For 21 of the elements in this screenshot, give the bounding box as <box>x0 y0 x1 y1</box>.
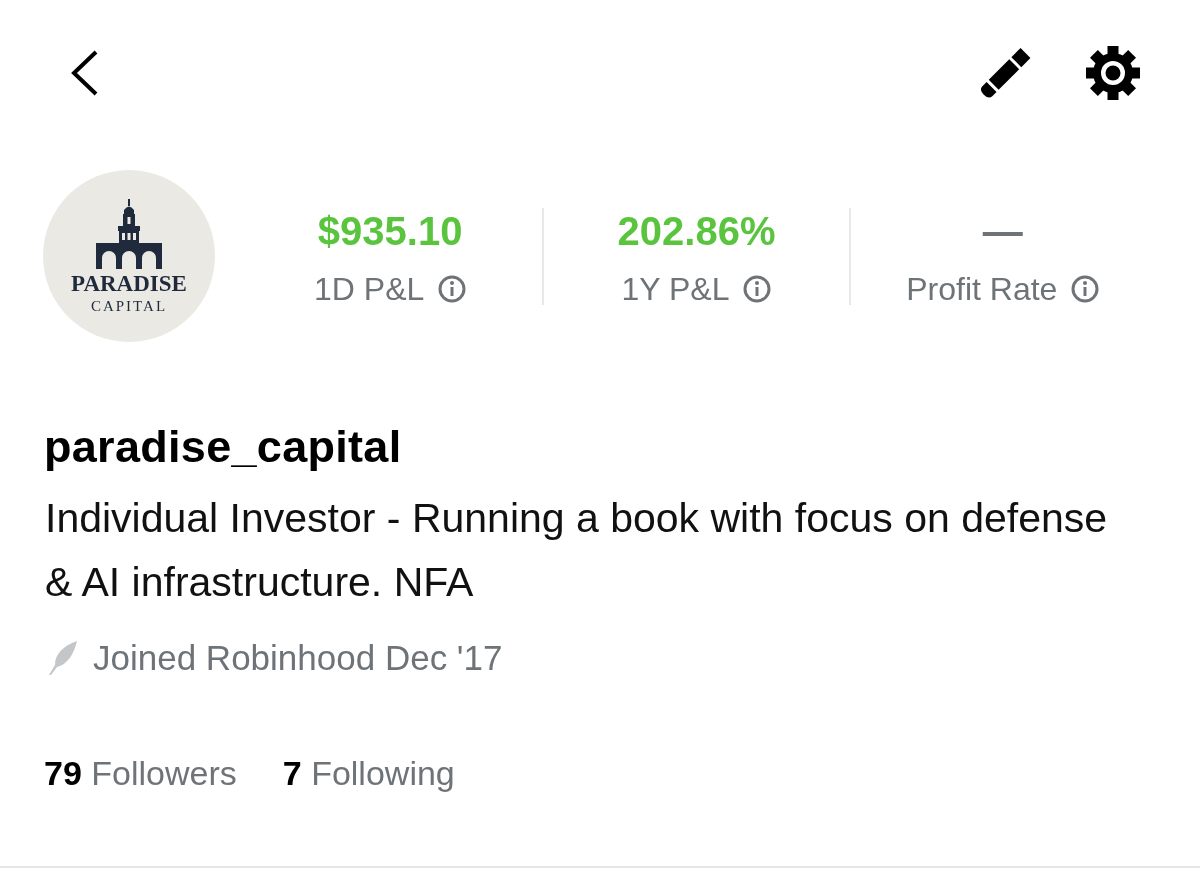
stat-value: 202.86% <box>617 207 776 254</box>
joined-date: Joined Robinhood Dec '17 <box>93 638 503 678</box>
pencil-icon[interactable] <box>978 46 1032 100</box>
stat-value: $935.10 <box>317 207 463 254</box>
stat-value: — <box>982 207 1023 254</box>
profile-bio: Individual Investor - Running a book with focus on defense & AI infrastructure. NFA <box>45 494 1109 607</box>
logo-wordmark: PARADISE <box>71 271 187 296</box>
logo-tagline: CAPITAL <box>90 297 168 314</box>
info-icon[interactable] <box>438 274 467 303</box>
following-link[interactable]: 7 Following <box>282 751 455 795</box>
stat-label: 1Y P&L <box>621 271 730 306</box>
stat-label: 1D P&L <box>314 271 425 306</box>
info-icon[interactable] <box>1071 274 1100 303</box>
building-icon <box>96 198 162 269</box>
followers-link[interactable]: 79 Followers <box>44 751 237 795</box>
info-icon[interactable] <box>743 274 772 303</box>
settings-icon[interactable] <box>1085 45 1141 101</box>
username: paradise_capital <box>44 422 402 472</box>
feather-icon <box>48 640 78 676</box>
stat-label: Profit Rate <box>906 271 1058 306</box>
chevron-left-icon[interactable] <box>70 50 100 96</box>
